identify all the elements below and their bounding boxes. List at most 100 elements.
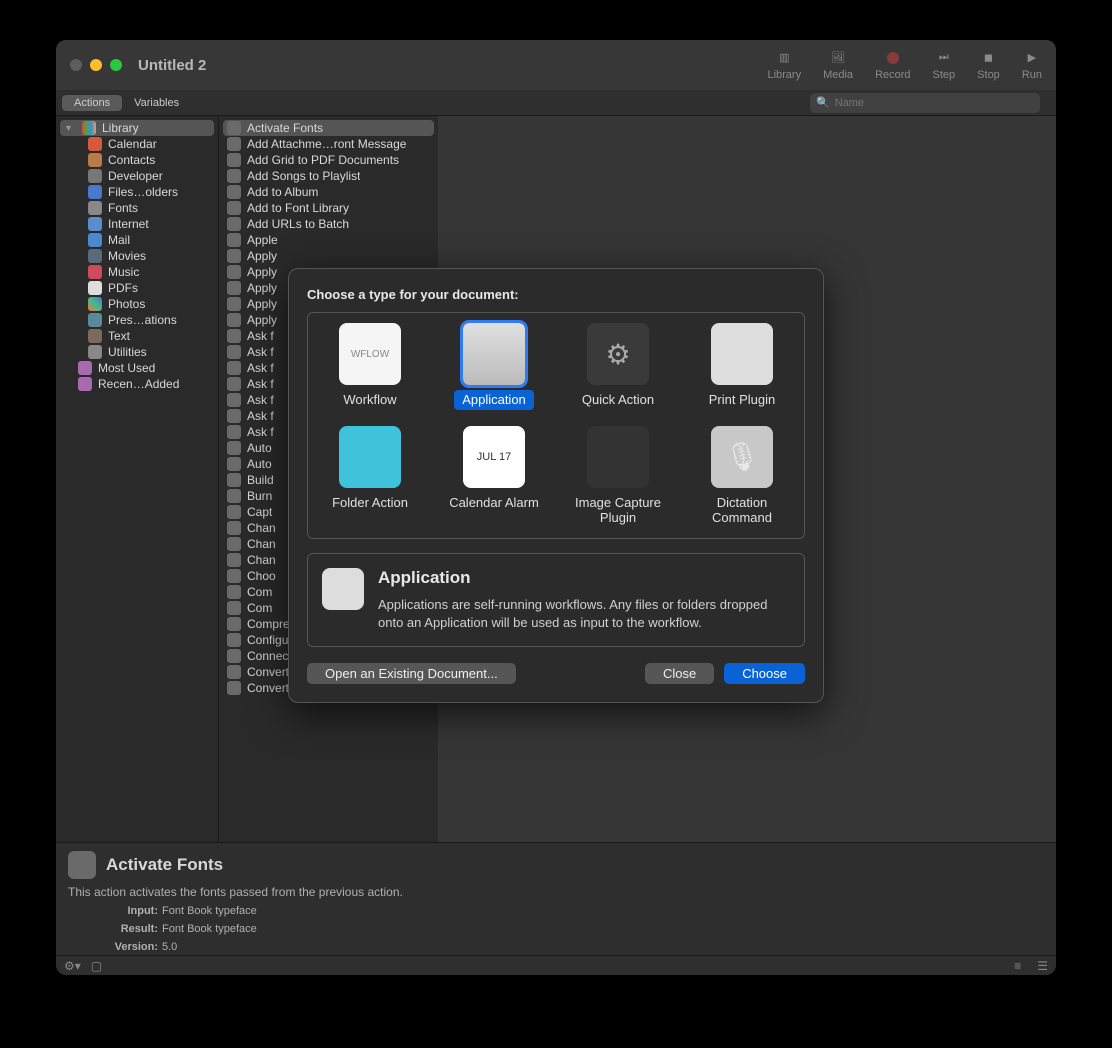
action-label: Ask f <box>247 425 274 439</box>
library-item[interactable]: Music <box>60 264 214 280</box>
action-icon <box>227 281 241 295</box>
action-row[interactable]: Add to Font Library <box>223 200 434 216</box>
action-row[interactable]: Add URLs to Batch <box>223 216 434 232</box>
library-item[interactable]: Contacts <box>60 152 214 168</box>
library-item[interactable]: Developer <box>60 168 214 184</box>
gear-icon[interactable]: ⚙︎▾ <box>64 959 81 973</box>
document-type-option[interactable]: Print Plugin <box>680 321 804 412</box>
close-window-button[interactable] <box>70 59 82 71</box>
document-type-option[interactable]: ⚙ Quick Action <box>556 321 680 412</box>
action-icon <box>227 329 241 343</box>
minimize-window-button[interactable] <box>90 59 102 71</box>
type-icon: WFLOW <box>339 323 401 385</box>
library-item-label: Fonts <box>108 201 138 215</box>
step-icon: ⏭ <box>935 50 953 66</box>
action-icon <box>227 505 241 519</box>
library-item-label: Most Used <box>98 361 155 375</box>
choose-button[interactable]: Choose <box>724 663 805 684</box>
type-label: Quick Action <box>574 390 662 410</box>
action-label: Add URLs to Batch <box>247 217 349 231</box>
action-row[interactable]: Add Songs to Playlist <box>223 168 434 184</box>
library-item-label: Files…olders <box>108 185 178 199</box>
flow-view-icon[interactable]: ☰ <box>1037 959 1048 973</box>
action-label: Auto <box>247 441 272 455</box>
library-item[interactable]: Calendar <box>60 136 214 152</box>
library-item[interactable]: Photos <box>60 296 214 312</box>
stop-toolbar-button[interactable]: ◼ Stop <box>977 50 1000 81</box>
library-item-label: Internet <box>108 217 149 231</box>
action-row[interactable]: Add Grid to PDF Documents <box>223 152 434 168</box>
library-item-label: Calendar <box>108 137 157 151</box>
library-item[interactable]: Fonts <box>60 200 214 216</box>
type-icon: 🎙 <box>711 426 773 488</box>
close-button[interactable]: Close <box>645 663 714 684</box>
action-label: Auto <box>247 457 272 471</box>
library-item[interactable]: Pres…ations <box>60 312 214 328</box>
media-toolbar-button[interactable]: 🖼 Media <box>823 50 853 81</box>
library-item-label: Mail <box>108 233 130 247</box>
category-icon <box>88 265 102 279</box>
category-icon <box>88 281 102 295</box>
run-toolbar-button[interactable]: ▶ Run <box>1022 50 1042 81</box>
library-item[interactable]: Mail <box>60 232 214 248</box>
action-icon <box>227 297 241 311</box>
document-type-option[interactable]: 🎙Dictation Command <box>680 424 804 530</box>
type-icon <box>711 323 773 385</box>
action-row[interactable]: Add Attachme…ront Message <box>223 136 434 152</box>
variables-tab[interactable]: Variables <box>122 95 191 111</box>
search-icon: 🔍 <box>816 96 830 109</box>
action-label: Add Attachme…ront Message <box>247 137 406 151</box>
detail-input: Input:Font Book typeface <box>68 905 1044 917</box>
action-label: Apply <box>247 281 277 295</box>
search-input[interactable] <box>835 97 1034 109</box>
library-smart-folder[interactable]: Recen…Added <box>60 376 214 392</box>
library-item[interactable]: Internet <box>60 216 214 232</box>
detail-description: This action activates the fonts passed f… <box>68 885 1044 899</box>
step-toolbar-button[interactable]: ⏭ Step <box>933 50 956 81</box>
document-type-option[interactable]: WFLOWWorkflow <box>308 321 432 412</box>
library-item[interactable]: Text <box>60 328 214 344</box>
action-label: Ask f <box>247 409 274 423</box>
document-type-option[interactable]: JUL 17Calendar Alarm <box>432 424 556 530</box>
search-field[interactable]: 🔍 <box>810 93 1040 113</box>
library-toolbar-button[interactable]: ▥ Library <box>767 50 801 81</box>
action-icon <box>227 473 241 487</box>
library-sidebar: ▾ Library CalendarContactsDeveloperFiles… <box>56 116 218 842</box>
action-icon <box>227 137 241 151</box>
library-root[interactable]: ▾ Library <box>60 120 214 136</box>
record-toolbar-button[interactable]: Record <box>875 50 910 81</box>
selected-type-desc: Applications are self-running workflows.… <box>378 596 790 632</box>
action-label: Ask f <box>247 393 274 407</box>
info-icon[interactable]: ▢ <box>91 959 102 973</box>
action-label: Add to Font Library <box>247 201 349 215</box>
application-icon <box>322 568 364 610</box>
maximize-window-button[interactable] <box>110 59 122 71</box>
detail-title: Activate Fonts <box>106 855 223 875</box>
list-view-icon[interactable]: ≡ <box>1014 959 1021 973</box>
library-mode-segment: Actions Variables <box>62 95 191 111</box>
library-item[interactable]: Utilities <box>60 344 214 360</box>
action-icon <box>227 217 241 231</box>
type-icon: ⚙ <box>587 323 649 385</box>
statusbar: ⚙︎▾ ▢ ≡ ☰ <box>56 955 1056 975</box>
action-label: Ask f <box>247 345 274 359</box>
library-item-label: Movies <box>108 249 146 263</box>
action-label: Ask f <box>247 377 274 391</box>
library-smart-folder[interactable]: Most Used <box>60 360 214 376</box>
action-row[interactable]: Apple <box>223 232 434 248</box>
open-existing-button[interactable]: Open an Existing Document... <box>307 663 516 684</box>
library-item[interactable]: Movies <box>60 248 214 264</box>
actions-tab[interactable]: Actions <box>62 95 122 111</box>
action-icon <box>227 265 241 279</box>
document-type-option[interactable]: Folder Action <box>308 424 432 530</box>
document-type-option[interactable]: Image Capture Plugin <box>556 424 680 530</box>
library-item[interactable]: Files…olders <box>60 184 214 200</box>
action-row[interactable]: Activate Fonts <box>223 120 434 136</box>
action-row[interactable]: Add to Album <box>223 184 434 200</box>
library-item[interactable]: PDFs <box>60 280 214 296</box>
type-label: Folder Action <box>324 493 416 513</box>
action-row[interactable]: Apply <box>223 248 434 264</box>
library-item-label: Recen…Added <box>98 377 179 391</box>
document-type-option[interactable]: Application <box>432 321 556 412</box>
type-description-box: Application Applications are self-runnin… <box>307 553 805 647</box>
